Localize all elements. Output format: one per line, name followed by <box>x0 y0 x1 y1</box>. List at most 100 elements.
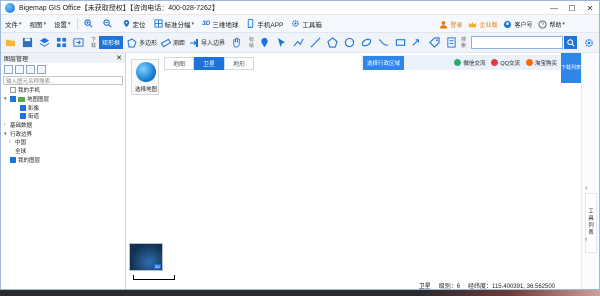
search-button[interactable] <box>564 36 577 49</box>
window-controls: — ☐ ✕ <box>545 1 599 15</box>
tree-item[interactable]: 我的手机 <box>4 86 125 95</box>
status-coordinates: 经纬度：115.400391, 36.562500 <box>468 283 555 290</box>
tab-terrain[interactable]: 地形 <box>224 57 254 70</box>
layer-search-input[interactable]: 输入图元名称搜索... <box>3 76 123 85</box>
status-map-mode: 卫星 <box>418 283 431 290</box>
minimize-button[interactable]: — <box>545 1 563 15</box>
checkbox[interactable] <box>10 156 16 163</box>
tree-item[interactable]: 街道 <box>4 112 125 121</box>
zoom-out-button[interactable] <box>99 15 118 33</box>
tree-item-label: 中国 <box>15 140 27 147</box>
polyline-tool-button[interactable] <box>291 36 305 50</box>
tree-item[interactable]: 我的图层 <box>4 156 125 165</box>
taobao-buy-button[interactable]: 淘宝购买 <box>525 59 557 67</box>
grid-view-button[interactable] <box>54 36 68 50</box>
enterprise-button[interactable]: 企业版 <box>468 20 497 29</box>
menu-locate[interactable]: 定位 <box>118 15 150 33</box>
import-boundary-button[interactable]: 导入边界 <box>189 38 225 48</box>
tree-item[interactable]: › 基础数据 <box>4 121 125 130</box>
note-tool-button[interactable] <box>444 36 458 50</box>
menu-file[interactable]: 文件 ▾ <box>1 15 26 33</box>
search-icon <box>566 38 575 47</box>
tab-satellite[interactable]: 卫星 <box>194 57 224 70</box>
menu-3d-earth[interactable]: 3D 三维地球 <box>198 15 242 33</box>
circle-tool-button[interactable] <box>342 36 356 50</box>
menu-standard-grid-label: 标准分幅 <box>164 21 191 29</box>
menu-settings[interactable]: 设置 ▾ <box>50 15 75 33</box>
login-label: 登录 <box>450 22 463 29</box>
zoom-out-icon <box>102 19 112 28</box>
maximize-button[interactable]: ☐ <box>563 1 581 15</box>
help-icon: ? <box>538 19 548 29</box>
menu-standard-grid[interactable]: 标准分幅 ▾ <box>150 15 199 33</box>
open-file-button[interactable] <box>3 36 17 50</box>
toolbox-tab-char-4: 表 <box>588 230 594 236</box>
chevron-left-icon[interactable]: ‹ <box>585 236 587 243</box>
chevron-down-icon: ▾ <box>43 20 47 27</box>
tag-tool-button[interactable] <box>427 36 441 50</box>
headset-icon <box>504 20 512 28</box>
tab-map[interactable]: 地图 <box>164 57 194 70</box>
tree-item[interactable]: ▾ 地图图层 <box>4 95 125 104</box>
map-canvas[interactable]: 选择地图 地图 卫星 地形 选择行政区域 微信交流 QQ交流 淘宝购买 下载列表 <box>127 53 581 280</box>
checkbox[interactable] <box>10 96 16 103</box>
login-button[interactable]: 登录 <box>439 20 462 29</box>
arrow-tool-button[interactable] <box>410 36 424 50</box>
menu-mobile-app[interactable]: 手机APP <box>242 15 287 33</box>
close-button[interactable]: ✕ <box>581 1 599 15</box>
tree-item[interactable]: › 中国 <box>4 138 125 147</box>
menu-view[interactable]: 视图 ▾ <box>26 15 51 33</box>
refresh-icon[interactable] <box>26 64 35 74</box>
pentagon-icon <box>326 37 338 48</box>
search-input[interactable] <box>471 36 563 49</box>
checkbox[interactable] <box>10 87 16 94</box>
tree-item[interactable]: 全球 <box>4 147 125 156</box>
pan-tool-button[interactable] <box>229 36 243 50</box>
folder-icon <box>5 39 15 47</box>
line-tool-button[interactable] <box>308 36 322 50</box>
checkbox[interactable] <box>20 104 26 111</box>
toolbox-list-tab[interactable]: 工 具 列 表 <box>585 193 597 253</box>
tree-item-label: 我的手机 <box>18 88 41 95</box>
add-folder-icon[interactable] <box>4 64 13 74</box>
rectangle-tool-button[interactable] <box>393 36 407 50</box>
mini-map[interactable]: 3D <box>129 243 163 271</box>
measure-button[interactable]: 测距 <box>161 38 185 48</box>
menu-toolbox[interactable]: 工具箱 <box>287 15 326 33</box>
rectangle-select-label: 矩形框 <box>102 41 121 47</box>
close-icon[interactable]: ✕ <box>116 54 122 62</box>
polygon-tool-button[interactable] <box>325 36 339 50</box>
marker-tool-button[interactable] <box>257 36 271 50</box>
customer-id-button[interactable]: 客户号 <box>503 20 532 29</box>
curve-tool-button[interactable] <box>376 36 390 50</box>
grid-view-icon <box>56 37 66 48</box>
ellipse-tool-button[interactable] <box>359 36 373 50</box>
polygon-select-button[interactable]: 多边形 <box>127 37 157 48</box>
tree-item[interactable]: ▾ 行政边界 <box>4 129 125 138</box>
checkbox[interactable] <box>20 113 26 120</box>
select-region-button[interactable]: 选择行政区域 <box>363 55 405 70</box>
save-button[interactable] <box>20 36 34 50</box>
new-layer-icon[interactable] <box>15 64 24 74</box>
settings-button[interactable] <box>583 37 595 49</box>
tree-item[interactable]: 影像 <box>4 103 125 112</box>
map-source-label: 选择地图 <box>134 87 157 93</box>
chevron-left-icon[interactable]: ‹ <box>585 185 587 192</box>
chevron-down-icon: ▾ <box>191 20 195 27</box>
export-button[interactable] <box>71 36 85 50</box>
qq-share-button[interactable]: QQ交流 <box>491 59 520 67</box>
search-icon[interactable] <box>37 64 46 74</box>
layers-button[interactable] <box>37 36 51 50</box>
zoom-in-button[interactable] <box>80 15 99 33</box>
status-bar: 卫星 级别：6 经纬度：115.400391, 36.562500 <box>127 279 581 290</box>
rectangle-select-button[interactable]: 矩形框 <box>99 36 124 49</box>
map-source-button[interactable]: 选择地图 <box>131 59 159 95</box>
wechat-share-button[interactable]: 微信交流 <box>454 59 485 67</box>
pointer-tool-button[interactable] <box>274 36 288 50</box>
download-list-button[interactable]: 下载列表 <box>561 53 581 83</box>
help-button[interactable]: ? 帮助 ▾ <box>538 19 565 29</box>
hand-icon <box>232 37 240 48</box>
polyline-icon <box>293 38 304 47</box>
cursor-icon <box>277 37 285 48</box>
rectangle-icon <box>395 39 405 46</box>
